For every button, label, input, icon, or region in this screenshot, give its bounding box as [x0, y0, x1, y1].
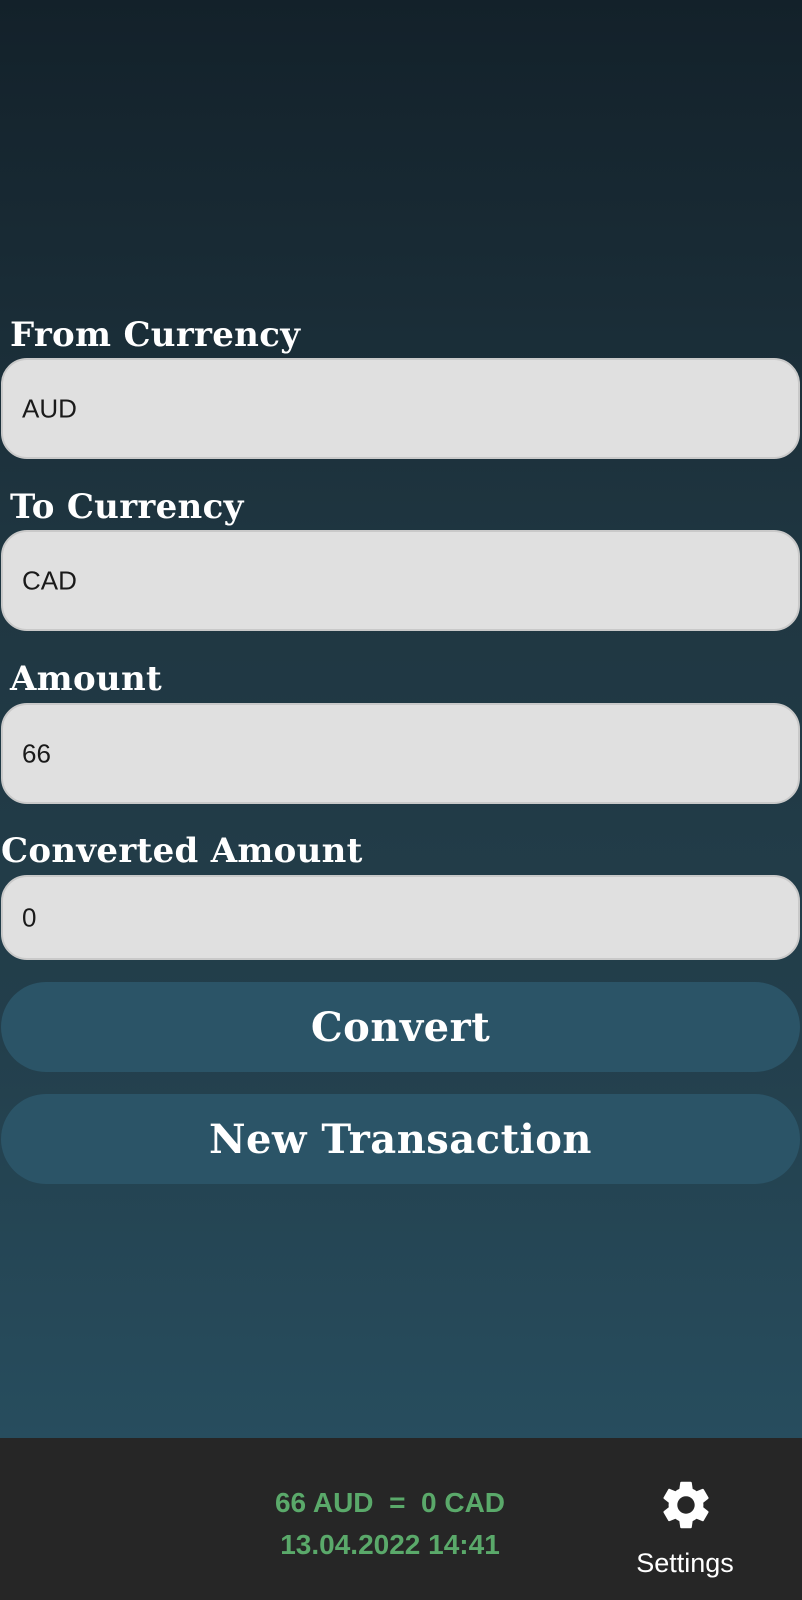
convert-button[interactable]: Convert: [1, 982, 800, 1072]
to-currency-field[interactable]: CAD: [1, 530, 800, 631]
new-transaction-button[interactable]: New Transaction: [1, 1094, 800, 1184]
settings-label: Settings: [636, 1548, 734, 1578]
summary-timestamp: 13.04.2022 14:41: [280, 1529, 500, 1560]
from-currency-field[interactable]: AUD: [1, 358, 800, 459]
gear-icon: [663, 1481, 709, 1529]
bottom-bar: 66 AUD = 0 CAD 13.04.2022 14:41 Settings: [0, 1438, 802, 1600]
to-currency-value: CAD: [22, 565, 77, 595]
summary-line: 66 AUD = 0 CAD: [274, 1487, 506, 1518]
to-currency-label: To Currency: [10, 487, 244, 527]
amount-value: 66: [22, 738, 51, 768]
settings-button[interactable]: Settings: [620, 1476, 750, 1586]
amount-label: Amount: [10, 659, 162, 699]
converted-amount-value: 0: [22, 902, 37, 932]
converted-amount-label: Converted Amount: [1, 831, 363, 871]
from-currency-value: AUD: [22, 393, 77, 423]
from-currency-label: From Currency: [10, 315, 301, 355]
amount-field[interactable]: 66: [1, 703, 800, 804]
conversion-summary: 66 AUD = 0 CAD 13.04.2022 14:41: [200, 1482, 580, 1566]
converted-amount-field[interactable]: 0: [1, 875, 800, 960]
